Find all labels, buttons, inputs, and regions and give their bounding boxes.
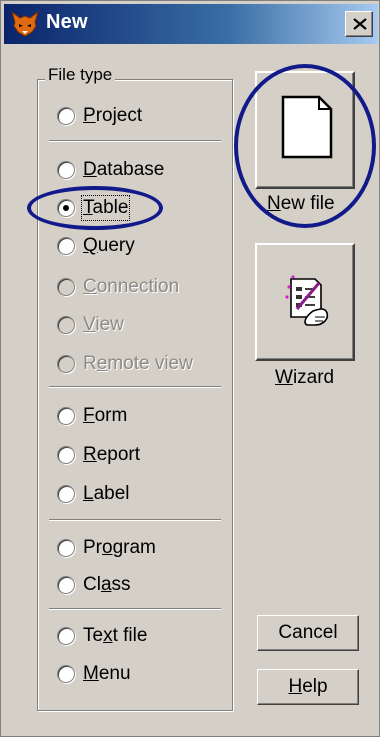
radio-circle[interactable] [57,539,75,557]
radio-label-remote-view: Remote view [83,353,193,374]
help-button[interactable]: Help [257,669,359,705]
radio-circle[interactable] [57,237,75,255]
radio-label-project: Project [83,105,143,126]
radio-circle[interactable] [57,161,75,179]
radio-remote-view: Remote view [57,351,193,377]
radio-circle-disabled [57,355,75,373]
radio-label-type[interactable]: Label [57,481,130,507]
radio-circle-selected[interactable] [57,199,75,217]
radio-project[interactable]: Project [57,103,142,129]
separator [49,608,221,610]
radio-circle-disabled [57,278,75,296]
new-file-button[interactable] [255,71,355,189]
radio-table[interactable]: Table [57,195,131,221]
radio-circle[interactable] [57,446,75,464]
close-button[interactable] [345,11,373,37]
close-icon [353,18,367,30]
radio-class[interactable]: Class [57,572,131,598]
wizard-wand-icon [285,275,329,326]
radio-menu[interactable]: Menu [57,661,131,687]
separator [49,519,221,521]
radio-view: View [57,312,124,338]
radio-circle[interactable] [57,576,75,594]
wizard-button[interactable] [255,243,355,361]
cancel-label: Cancel [278,622,338,643]
radio-circle[interactable] [57,107,75,125]
radio-label-form: Form [83,405,128,426]
radio-label-class: Class [83,574,131,595]
help-label: Help [288,676,328,697]
cancel-button[interactable]: Cancel [257,615,359,651]
radio-circle-disabled [57,316,75,334]
radio-report[interactable]: Report [57,442,140,468]
radio-circle[interactable] [57,665,75,683]
new-file-caption: New file [267,193,335,214]
radio-label-label: Label [83,483,130,504]
blank-document-icon [281,95,333,159]
radio-label-menu: Menu [83,663,131,684]
radio-label-view: View [83,314,124,335]
title-bar[interactable]: New [4,4,378,44]
radio-label-text-file: Text file [83,625,148,646]
radio-label-report: Report [83,444,141,465]
separator [49,386,221,388]
foxpro-fox-icon [11,10,39,37]
radio-circle[interactable] [57,407,75,425]
separator [49,140,221,142]
radio-database[interactable]: Database [57,157,164,183]
radio-connection: Connection [57,274,179,300]
radio-label-database: Database [83,159,165,180]
window-title: New [46,11,88,33]
wizard-caption: Wizard [275,367,335,388]
radio-query[interactable]: Query [57,233,135,259]
radio-circle[interactable] [57,627,75,645]
radio-program[interactable]: Program [57,535,156,561]
radio-label-table: Table [80,195,131,221]
radio-form[interactable]: Form [57,403,127,429]
radio-label-query: Query [83,235,135,256]
radio-text-file[interactable]: Text file [57,623,147,649]
radio-label-program: Program [83,537,156,558]
radio-circle[interactable] [57,485,75,503]
radio-label-connection: Connection [83,276,180,297]
new-dialog: New File type Project Database Table Que… [0,0,380,737]
file-type-legend: File type [45,65,116,85]
